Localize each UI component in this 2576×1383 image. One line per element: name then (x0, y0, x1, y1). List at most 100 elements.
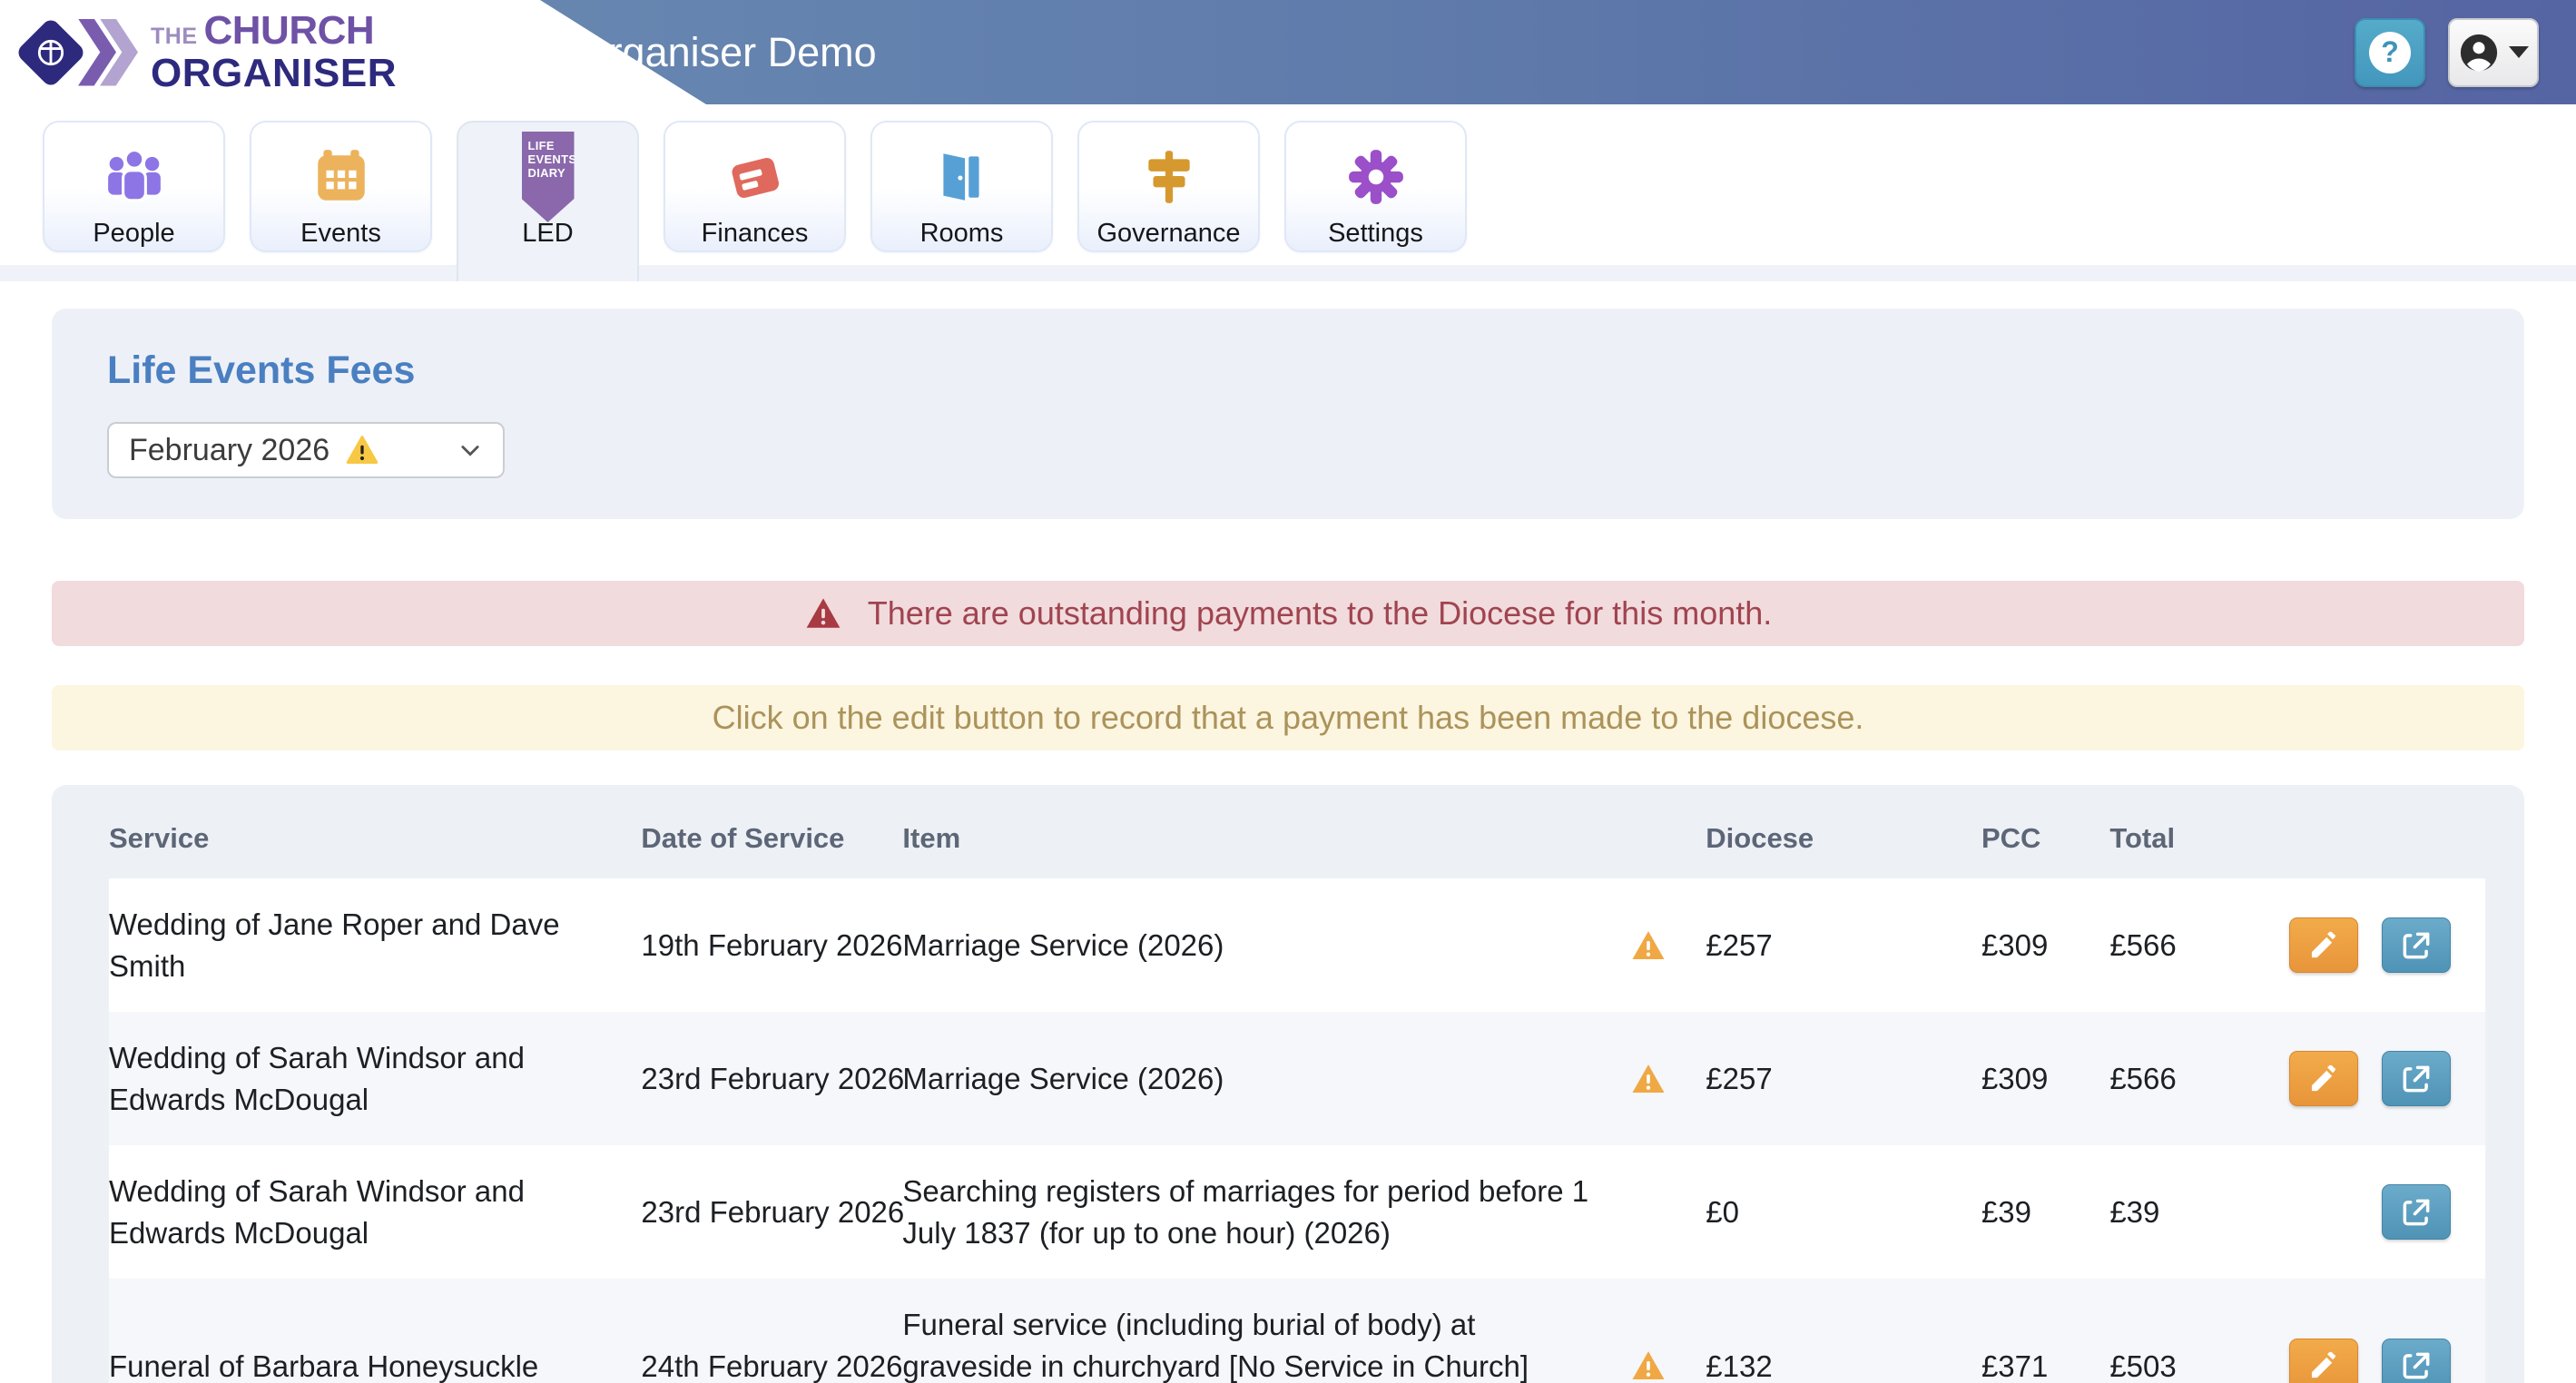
danger-warning-icon (804, 594, 842, 633)
col-diocese: Diocese (1706, 799, 1981, 878)
cell-pcc: £309 (1981, 878, 2109, 1012)
pencil-icon (2306, 1062, 2341, 1096)
cell-date: 23rd February 2026 (641, 1012, 902, 1145)
edit-instruction-alert: Click on the edit button to record that … (52, 685, 2524, 750)
cell-pcc: £309 (1981, 1012, 2109, 1145)
cell-warning (1630, 878, 1706, 1012)
col-service: Service (109, 799, 641, 878)
edit-button[interactable] (2289, 1051, 2358, 1106)
outstanding-payments-alert: There are outstanding payments to the Di… (52, 581, 2524, 646)
cell-diocese: £132 (1706, 1279, 1981, 1383)
cell-diocese: £257 (1706, 1012, 1981, 1145)
fees-header-card: Life Events Fees February 2026 (52, 309, 2524, 519)
tab-events[interactable]: Events (250, 121, 432, 252)
calendar-icon (311, 137, 371, 217)
table-row: Funeral of Barbara Honeysuckle 24th Febr… (109, 1279, 2485, 1383)
alert-text: There are outstanding payments to the Di… (868, 594, 1773, 633)
cross-in-circle-icon (15, 16, 86, 88)
cell-pcc: £39 (1981, 1145, 2109, 1279)
month-select[interactable]: February 2026 (107, 422, 505, 478)
tab-label: Events (300, 219, 381, 249)
tab-settings[interactable]: Settings (1284, 121, 1467, 252)
app-header: THE CHURCH ORGANISER Church Organiser De… (0, 0, 2576, 104)
cell-diocese: £257 (1706, 878, 1981, 1012)
cell-total: £39 (2109, 1145, 2252, 1279)
tab-label: LED (522, 219, 573, 249)
row-warning-icon (1630, 927, 1667, 964)
cell-date: 23rd February 2026 (641, 1145, 902, 1279)
cell-date: 19th February 2026 (641, 878, 902, 1012)
tab-label: Rooms (920, 219, 1004, 249)
cell-item: Marriage Service (2026) (902, 1012, 1629, 1145)
user-icon (2458, 32, 2500, 74)
tab-label: Governance (1097, 219, 1241, 249)
header-actions: ? (2355, 18, 2539, 87)
tab-rooms[interactable]: Rooms (870, 121, 1053, 252)
help-button[interactable]: ? (2355, 18, 2425, 87)
tab-governance[interactable]: Governance (1077, 121, 1260, 252)
edit-button[interactable] (2289, 917, 2358, 973)
fees-table: Service Date of Service Item Diocese PCC… (109, 799, 2485, 1383)
caret-down-icon (2509, 46, 2529, 58)
tab-label: Finances (702, 219, 809, 249)
tab-finances[interactable]: Finances (664, 121, 846, 252)
alert-text: Click on the edit button to record that … (713, 699, 1864, 737)
cell-pcc: £371 (1981, 1279, 2109, 1383)
col-date: Date of Service (641, 799, 902, 878)
cell-service: Wedding of Jane Roper and Dave Smith (109, 878, 641, 1012)
led-banner-text: LIFEEVENTSDIARY (522, 132, 575, 222)
external-link-icon (2399, 1062, 2433, 1096)
row-warning-icon (1630, 1348, 1667, 1383)
col-total: Total (2109, 799, 2252, 878)
tab-led[interactable]: LIFEEVENTSDIARY LED (457, 121, 639, 281)
section-title: Life Events Fees (107, 348, 2469, 393)
col-actions (2252, 799, 2485, 878)
signpost-icon (1139, 137, 1199, 217)
pencil-icon (2306, 1349, 2341, 1383)
cell-actions (2252, 1145, 2485, 1279)
main-nav: People Events LIFEEVENTSDIARY LED (0, 104, 2576, 281)
logo-church: CHURCH (204, 11, 375, 51)
cell-service: Wedding of Sarah Windsor and Edwards McD… (109, 1145, 641, 1279)
gear-icon (1346, 137, 1406, 217)
cell-actions (2252, 1012, 2485, 1145)
finances-card-icon (725, 137, 785, 217)
edit-button[interactable] (2289, 1339, 2358, 1383)
open-record-button[interactable] (2382, 917, 2451, 973)
main-content: Life Events Fees February 2026 There are… (0, 309, 2576, 1383)
cell-item: Searching registers of marriages for per… (902, 1145, 1629, 1279)
logo-organiser: ORGANISER (151, 54, 397, 93)
external-link-icon (2399, 1195, 2433, 1230)
table-row: Wedding of Sarah Windsor and Edwards McD… (109, 1012, 2485, 1145)
col-item: Item (902, 799, 1629, 878)
account-menu-button[interactable] (2448, 18, 2539, 87)
chevron-down-icon (457, 437, 483, 463)
col-warning (1630, 799, 1706, 878)
cell-service: Wedding of Sarah Windsor and Edwards McD… (109, 1012, 641, 1145)
warning-triangle-icon (346, 434, 379, 466)
help-icon: ? (2369, 32, 2411, 74)
page-title: Church Organiser Demo (434, 29, 877, 76)
fees-table-card: Service Date of Service Item Diocese PCC… (52, 785, 2524, 1383)
month-select-value: February 2026 (129, 433, 329, 468)
open-record-button[interactable] (2382, 1184, 2451, 1240)
pencil-icon (2306, 928, 2341, 963)
table-header-row: Service Date of Service Item Diocese PCC… (109, 799, 2485, 878)
cell-actions (2252, 878, 2485, 1012)
logo-emblem-icon (20, 19, 138, 86)
tab-people[interactable]: People (43, 121, 225, 252)
external-link-icon (2399, 928, 2433, 963)
open-record-button[interactable] (2382, 1051, 2451, 1106)
cell-total: £503 (2109, 1279, 2252, 1383)
open-record-button[interactable] (2382, 1339, 2451, 1383)
cell-diocese: £0 (1706, 1145, 1981, 1279)
table-row: Wedding of Jane Roper and Dave Smith 19t… (109, 878, 2485, 1012)
cell-date: 24th February 2026 (641, 1279, 902, 1383)
cell-warning (1630, 1012, 1706, 1145)
logo-the: THE (151, 25, 198, 48)
row-warning-icon (1630, 1061, 1667, 1097)
external-link-icon (2399, 1349, 2433, 1383)
cell-warning (1630, 1145, 1706, 1279)
door-icon (932, 137, 992, 217)
table-row: Wedding of Sarah Windsor and Edwards McD… (109, 1145, 2485, 1279)
